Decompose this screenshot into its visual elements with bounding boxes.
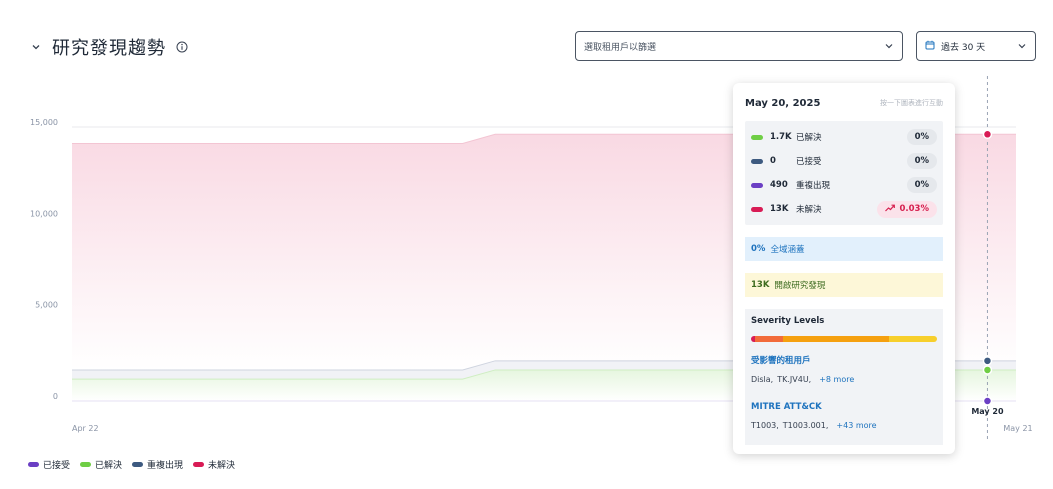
legend-label: 未解決 xyxy=(208,461,236,471)
tooltip-row-label: 已接受 xyxy=(796,157,822,167)
open-findings-box: 13K 開啟研究發現 xyxy=(745,273,943,297)
coverage-box: 0% 全域涵蓋 xyxy=(745,237,943,261)
tooltip-row-value: 13K xyxy=(770,204,789,214)
tooltip-row-label: 未解決 xyxy=(796,205,822,215)
mitre-more-link[interactable]: +43 more xyxy=(836,421,876,430)
tooltip-row-pct-value: 0.03% xyxy=(899,204,930,214)
hover-point-reoccurred[interactable] xyxy=(982,356,993,366)
severity-section: Severity Levels 受影響的租用戶 Disla, TK.JV4U, … xyxy=(745,309,943,445)
legend-label: 已接受 xyxy=(43,461,71,471)
tenants-more-link[interactable]: +8 more xyxy=(819,375,854,384)
tooltip-row: 490 重複出現 0% xyxy=(751,173,937,197)
tooltip-row-pct: 0% xyxy=(906,153,937,169)
series-swatch xyxy=(751,158,763,164)
tooltip-row-label: 已解決 xyxy=(796,133,822,143)
severity-segment-high xyxy=(754,336,783,342)
chart-legend: 已接受 已解決 重複出現 未解決 xyxy=(28,458,235,471)
hover-x-label: May 20 xyxy=(971,407,1004,416)
tooltip-row-value: 490 xyxy=(770,180,788,190)
legend-item-reoccurred[interactable]: 重複出現 xyxy=(132,458,183,471)
legend-swatch xyxy=(193,462,205,467)
coverage-label: 全域涵蓋 xyxy=(770,245,805,255)
affected-tenants-title[interactable]: 受影響的租用戶 xyxy=(751,354,937,366)
trend-up-icon xyxy=(884,204,895,215)
tooltip-row: 13K 未解決 0.03% xyxy=(751,197,937,221)
severity-segment-medium xyxy=(782,336,889,342)
chart-tooltip: May 20, 2025 按一下圖表進行互動 1.7K 已解決 0% 0 已接受… xyxy=(733,83,955,454)
tooltip-row-value: 1.7K xyxy=(770,132,792,142)
legend-swatch xyxy=(80,462,92,467)
tenant-item: TK.JV4U, xyxy=(777,375,812,384)
x-tick-label: Apr 22 xyxy=(72,424,99,433)
severity-segment-low xyxy=(888,336,937,342)
hover-point-unresolved[interactable] xyxy=(982,129,993,140)
tooltip-row-pct: 0.03% xyxy=(876,200,937,218)
legend-item-accepted[interactable]: 已接受 xyxy=(28,458,70,471)
hover-point-accepted[interactable] xyxy=(982,396,993,406)
open-findings-value: 13K xyxy=(751,280,770,290)
series-swatch xyxy=(751,182,763,188)
mitre-title[interactable]: MITRE ATT&CK xyxy=(751,402,937,412)
severity-title: Severity Levels xyxy=(751,316,825,326)
tenant-item: Disla, xyxy=(751,375,774,384)
tooltip-row-value: 0 xyxy=(770,156,776,166)
severity-bar xyxy=(751,336,937,342)
y-tick-label: 15,000 xyxy=(30,118,58,127)
legend-label: 已解決 xyxy=(95,461,123,471)
mitre-item: T1003.001, xyxy=(782,421,829,430)
tooltip-series-list: 1.7K 已解決 0% 0 已接受 0% 490 重複出現 0% 13K 未解決… xyxy=(745,121,943,225)
legend-swatch xyxy=(132,462,144,467)
tooltip-row-pct: 0% xyxy=(906,177,937,193)
legend-label: 重複出現 xyxy=(147,461,184,471)
tooltip-row: 0 已接受 0% xyxy=(751,149,937,173)
legend-item-resolved[interactable]: 已解決 xyxy=(80,458,122,471)
open-findings-label: 開啟研究發現 xyxy=(774,281,826,291)
mitre-list: T1003, T1003.001, +43 more xyxy=(751,421,937,430)
legend-swatch xyxy=(28,462,39,467)
legend-item-unresolved[interactable]: 未解決 xyxy=(193,458,235,471)
tooltip-row: 1.7K 已解決 0% xyxy=(751,125,937,149)
tooltip-hint: 按一下圖表進行互動 xyxy=(880,99,943,107)
y-tick-label: 10,000 xyxy=(30,209,58,218)
coverage-value: 0% xyxy=(751,244,766,254)
affected-tenants-list: Disla, TK.JV4U, +8 more xyxy=(751,375,937,384)
series-swatch xyxy=(751,206,763,212)
mitre-item: T1003, xyxy=(751,421,779,430)
x-tick-label: May 21 xyxy=(1003,424,1032,433)
tooltip-date: May 20, 2025 xyxy=(745,97,821,109)
tooltip-row-pct: 0% xyxy=(906,129,937,145)
y-tick-label: 5,000 xyxy=(35,301,58,310)
y-tick-label: 0 xyxy=(53,392,58,401)
hover-point-resolved[interactable] xyxy=(982,365,993,375)
series-swatch xyxy=(751,134,763,140)
tooltip-row-label: 重複出現 xyxy=(796,181,831,191)
